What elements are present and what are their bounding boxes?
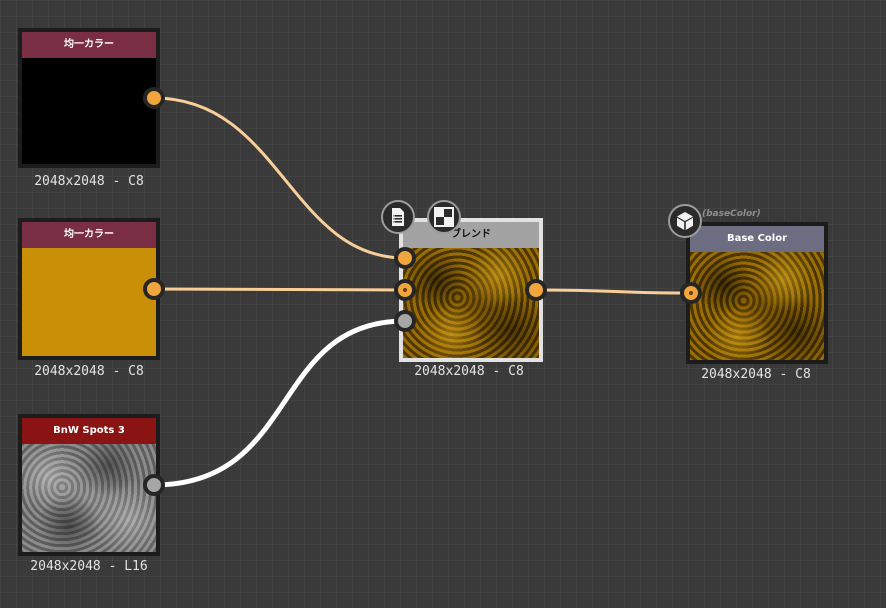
document-list-icon[interactable] bbox=[381, 200, 415, 234]
output-port[interactable] bbox=[525, 279, 547, 301]
node-preview-grayscale bbox=[22, 444, 156, 552]
output-port[interactable] bbox=[143, 87, 165, 109]
node-title: ブレンド bbox=[403, 222, 539, 248]
input-port[interactable] bbox=[680, 282, 702, 304]
output-usage-tag: (baseColor) bbox=[702, 209, 761, 219]
node-title: 均一カラー bbox=[22, 32, 156, 58]
node-preview-blend bbox=[403, 248, 539, 358]
input-port-background[interactable] bbox=[394, 279, 416, 301]
checker-icon[interactable] bbox=[427, 200, 461, 234]
node-bnw-spots-3[interactable]: BnW Spots 3 bbox=[18, 414, 160, 556]
output-port[interactable] bbox=[143, 474, 165, 496]
node-base-color-output[interactable]: Base Color bbox=[686, 222, 828, 364]
node-preview-black bbox=[22, 58, 156, 164]
node-resolution-label: 2048x2048 - C8 bbox=[34, 364, 144, 379]
node-uniform-color-black[interactable]: 均一カラー bbox=[18, 28, 160, 168]
cube-icon[interactable] bbox=[668, 204, 702, 238]
wire-black-to-blend[interactable] bbox=[153, 96, 406, 260]
node-resolution-label: 2048x2048 - C8 bbox=[34, 174, 144, 189]
input-port-foreground[interactable] bbox=[394, 247, 416, 269]
node-blend[interactable]: ブレンド bbox=[399, 218, 543, 362]
wire-blend-to-basecolor[interactable] bbox=[535, 288, 692, 295]
node-resolution-label: 2048x2048 - L16 bbox=[30, 559, 148, 574]
node-resolution-label: 2048x2048 - C8 bbox=[701, 367, 811, 382]
node-uniform-color-orange[interactable]: 均一カラー bbox=[18, 218, 160, 360]
node-title: Base Color bbox=[690, 226, 824, 252]
wire-orange-to-blend[interactable] bbox=[153, 287, 406, 292]
node-preview-base-color bbox=[690, 252, 824, 360]
input-port-mask[interactable] bbox=[394, 310, 416, 332]
node-preview-orange bbox=[22, 248, 156, 356]
node-title: BnW Spots 3 bbox=[22, 418, 156, 444]
output-port[interactable] bbox=[143, 278, 165, 300]
node-resolution-label: 2048x2048 - C8 bbox=[414, 364, 524, 379]
node-title: 均一カラー bbox=[22, 222, 156, 248]
wire-spots-to-blend[interactable] bbox=[153, 318, 406, 488]
graph-canvas[interactable]: 均一カラー 2048x2048 - C8 均一カラー 2048x2048 - C… bbox=[0, 0, 886, 608]
